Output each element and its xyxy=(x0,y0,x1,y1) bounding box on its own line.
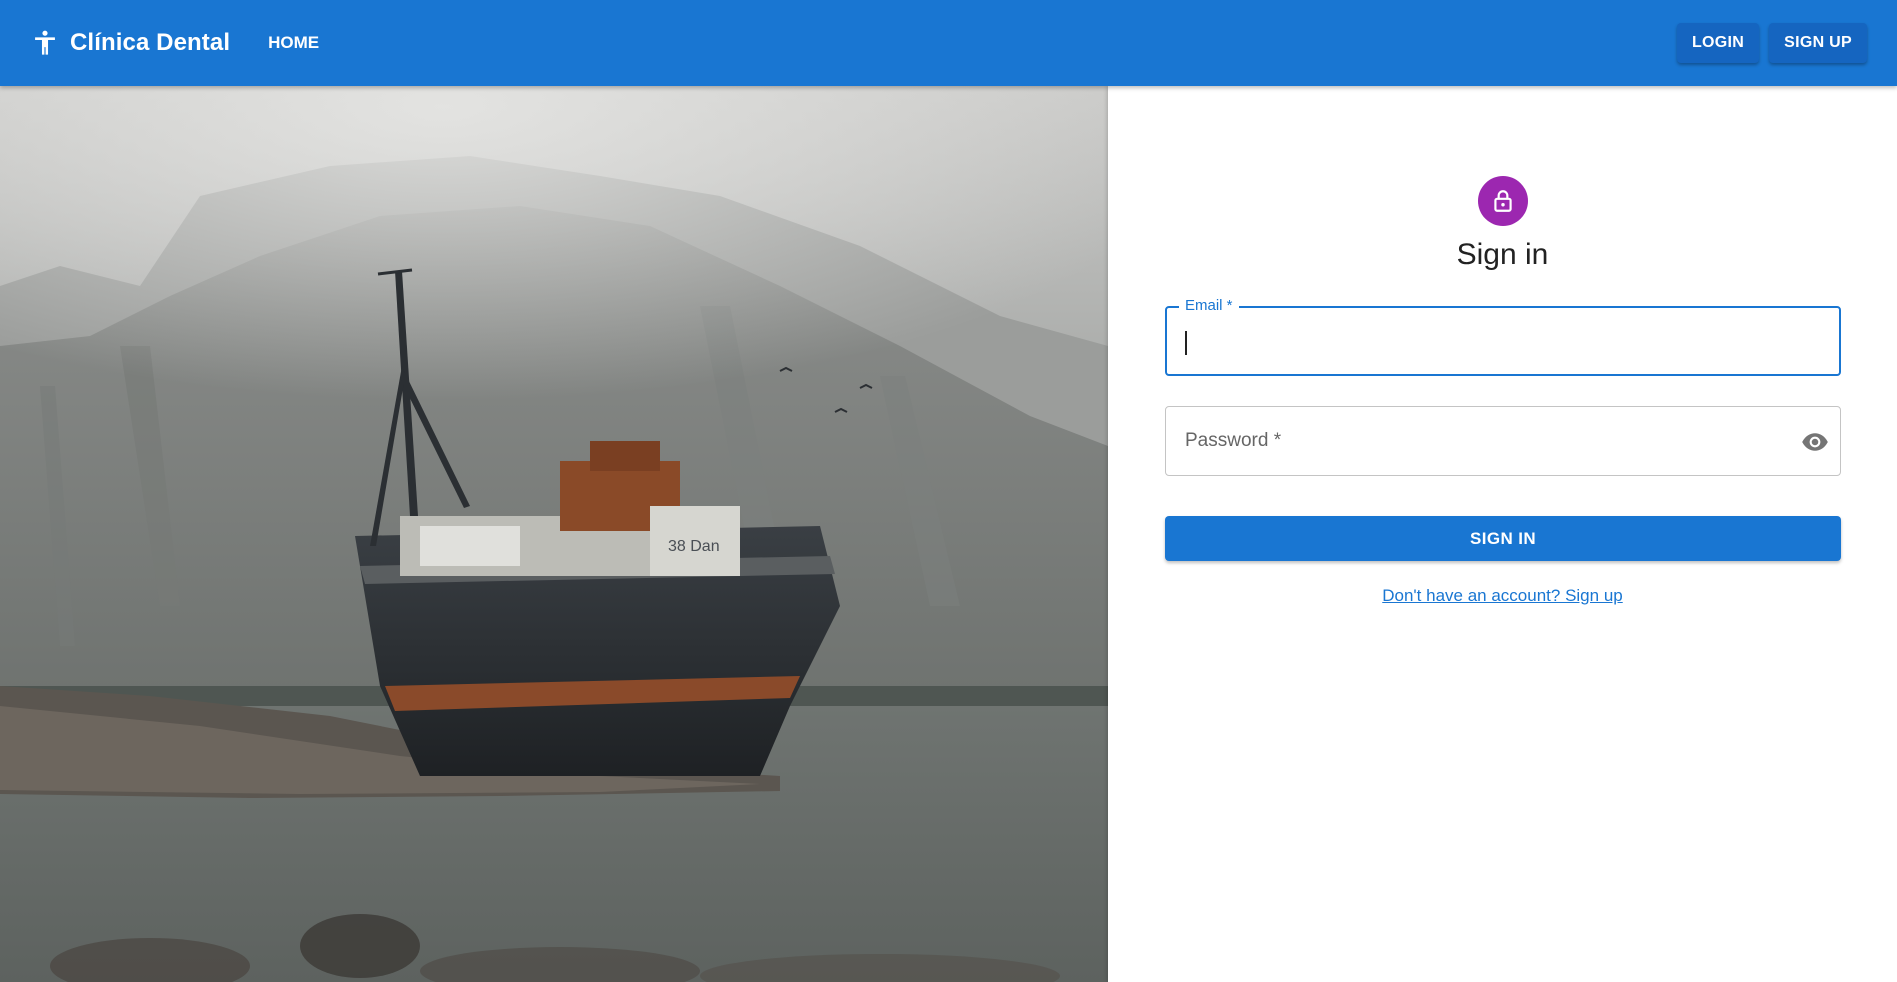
signup-button[interactable]: SIGN UP xyxy=(1769,23,1867,63)
signin-title: Sign in xyxy=(1456,238,1549,271)
password-input[interactable] xyxy=(1183,422,1773,460)
nav-home-link[interactable]: HOME xyxy=(264,25,323,61)
text-caret xyxy=(1185,331,1187,355)
brand[interactable]: Clínica Dental xyxy=(30,28,230,58)
shipwreck-photo: 38 Dan xyxy=(0,86,1108,982)
signup-link[interactable]: Don't have an account? Sign up xyxy=(1382,586,1622,605)
boat-name: 38 Dan xyxy=(668,538,720,555)
accessibility-icon xyxy=(30,28,60,58)
brand-title: Clínica Dental xyxy=(70,29,231,56)
app-bar: Clínica Dental HOME LOGIN SIGN UP xyxy=(0,0,1897,86)
signup-link-row: Don't have an account? Sign up xyxy=(1108,586,1897,606)
signin-panel: Sign in Email * SIGN IN Don't have an ac… xyxy=(1108,86,1897,982)
email-input[interactable] xyxy=(1183,322,1823,360)
lock-icon xyxy=(1478,176,1528,226)
password-field[interactable] xyxy=(1165,406,1841,476)
signin-submit-button[interactable]: SIGN IN xyxy=(1165,516,1841,561)
eye-icon[interactable] xyxy=(1800,429,1830,455)
login-button[interactable]: LOGIN xyxy=(1676,23,1760,63)
email-label: Email * xyxy=(1179,297,1239,314)
hero-image: 38 Dan xyxy=(0,86,1108,982)
email-field[interactable]: Email * xyxy=(1165,297,1841,376)
